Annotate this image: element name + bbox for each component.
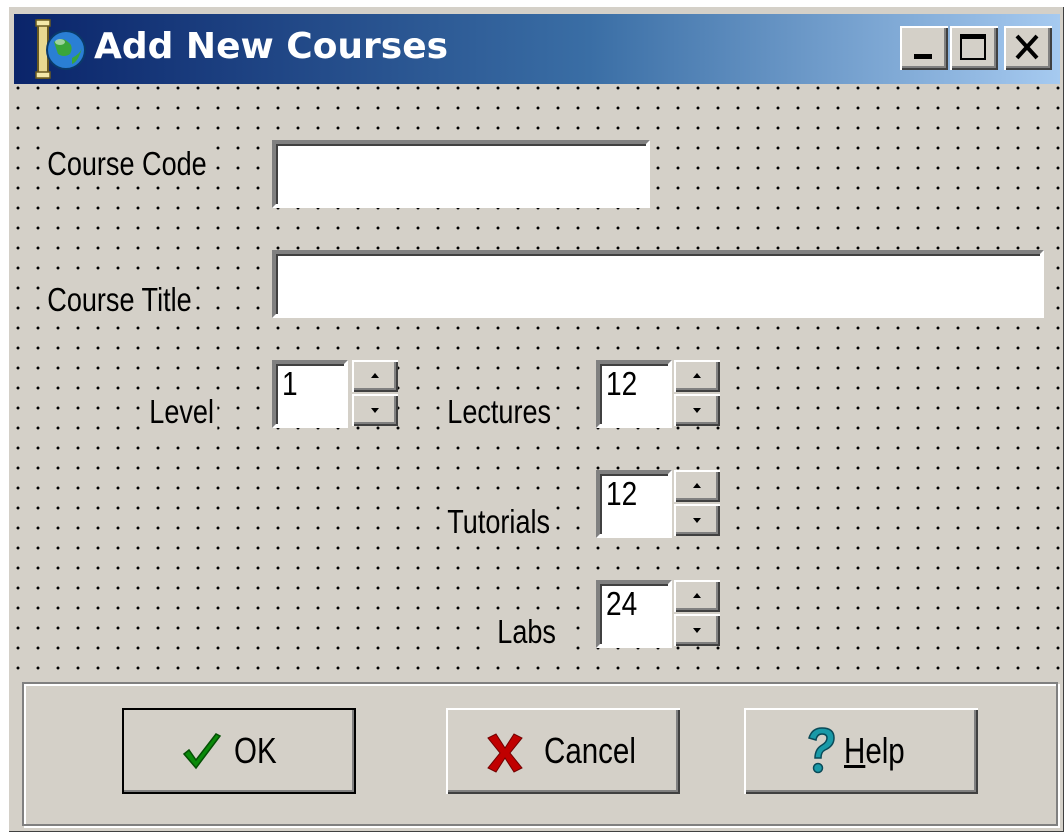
arrow-up-icon [693, 593, 701, 598]
cancel-button-label: Cancel [544, 730, 636, 771]
lectures-spinner[interactable] [674, 360, 720, 426]
course-title-label: Course Title [44, 280, 195, 320]
arrow-down-icon [693, 628, 701, 633]
level-spin-up-button[interactable] [352, 360, 398, 392]
tutorials-label: Tutorials [444, 502, 554, 542]
lectures-spin-up-button[interactable] [674, 360, 720, 392]
labs-input[interactable]: 24 [596, 580, 672, 648]
labs-spin-up-button[interactable] [674, 580, 720, 612]
cancel-button[interactable]: Cancel [446, 708, 680, 794]
maximize-icon [960, 34, 986, 60]
arrow-down-icon [371, 408, 379, 413]
help-button[interactable]: Help [744, 708, 978, 794]
arrow-up-icon [693, 373, 701, 378]
title-bar[interactable]: Add New Courses [14, 14, 1060, 84]
labs-spinner[interactable] [674, 580, 720, 646]
arrow-up-icon [693, 483, 701, 488]
arrow-down-icon [693, 518, 701, 523]
tutorials-spinner[interactable] [674, 470, 720, 536]
tutorials-spin-up-button[interactable] [674, 470, 720, 502]
level-label: Level [146, 392, 218, 432]
lectures-label: Lectures [444, 392, 555, 432]
level-spinner[interactable] [352, 360, 398, 426]
lectures-spin-down-button[interactable] [674, 394, 720, 426]
help-button-label: Help [844, 730, 905, 771]
close-button[interactable] [1004, 26, 1052, 70]
course-code-input[interactable] [272, 140, 650, 208]
arrow-up-icon [371, 373, 379, 378]
minimize-button[interactable] [900, 26, 948, 70]
checkmark-icon [182, 733, 222, 770]
level-spin-down-button[interactable] [352, 394, 398, 426]
arrow-down-icon [693, 408, 701, 413]
labs-spin-down-button[interactable] [674, 614, 720, 646]
level-input[interactable]: 1 [272, 360, 348, 428]
close-icon [1015, 34, 1039, 60]
globe-icon [34, 18, 88, 80]
x-icon [487, 733, 523, 773]
course-code-label: Course Code [44, 144, 211, 184]
course-title-input[interactable] [272, 250, 1044, 318]
maximize-button[interactable] [950, 26, 998, 70]
ok-button-label: OK [234, 730, 277, 771]
lectures-input[interactable]: 12 [596, 360, 672, 428]
question-mark-icon [808, 727, 835, 774]
window-title: Add New Courses [94, 26, 449, 67]
ok-button[interactable]: OK [122, 708, 356, 794]
labs-label: Labs [494, 612, 560, 652]
tutorials-spin-down-button[interactable] [674, 504, 720, 536]
tutorials-input[interactable]: 12 [596, 470, 672, 538]
minimize-icon [914, 54, 932, 59]
